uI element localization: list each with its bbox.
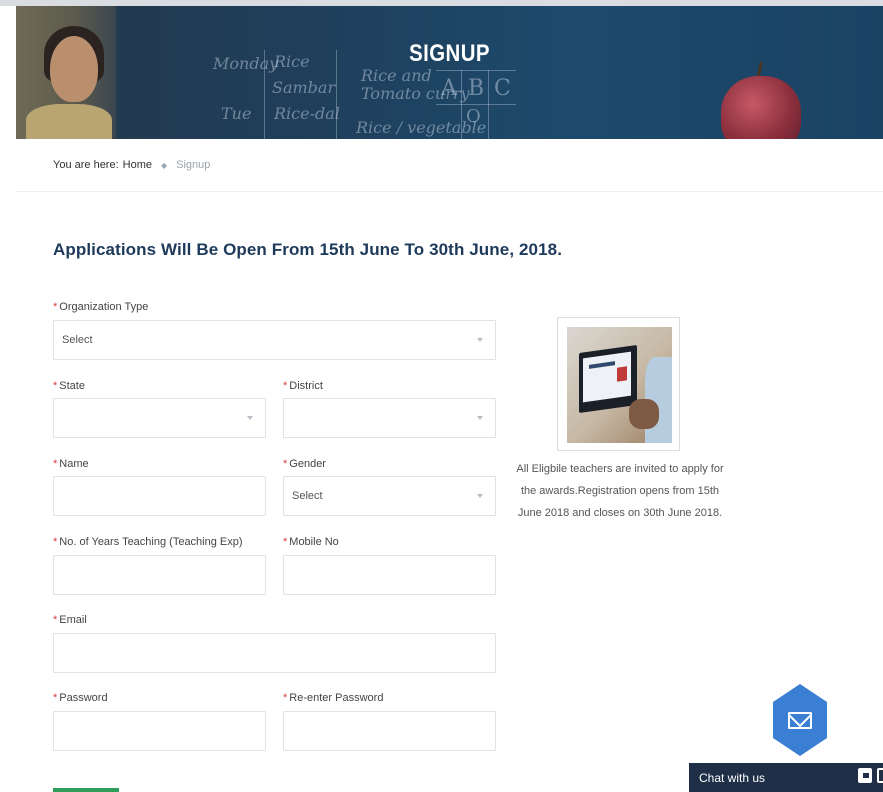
- chat-window-icon[interactable]: [877, 768, 883, 783]
- page-title: SIGNUP: [409, 40, 490, 67]
- gender-select[interactable]: Select: [283, 476, 496, 516]
- hero-banner: Monday Rice Sambar Rice and Tomato curry…: [16, 6, 883, 139]
- breadcrumb-separator-icon: ◆: [161, 160, 168, 170]
- email-label: * Email: [53, 614, 87, 626]
- organization-type-select[interactable]: Select: [53, 320, 496, 360]
- breadcrumb-current: Signup: [176, 159, 211, 171]
- dropdown-caret-icon: [477, 416, 483, 420]
- chalk-text: Sambar: [272, 78, 336, 97]
- teacher-photo: [16, 6, 116, 139]
- name-input[interactable]: [53, 476, 266, 516]
- breadcrumb-home-link[interactable]: Home: [123, 159, 152, 171]
- chalk-text: A: [441, 76, 457, 101]
- mail-hexagon-button[interactable]: [773, 684, 827, 756]
- name-label: * Name: [53, 458, 89, 470]
- teacher-laptop-image: [567, 327, 672, 443]
- dropdown-caret-icon: [477, 338, 483, 342]
- password-label: * Password: [53, 692, 108, 704]
- chalk-text: O: [466, 106, 481, 127]
- password-input[interactable]: [53, 711, 266, 751]
- email-input[interactable]: [53, 633, 496, 673]
- submit-button[interactable]: [53, 788, 119, 792]
- reenter-password-label: * Re-enter Password: [283, 692, 384, 704]
- chalk-text: Rice-dal: [274, 104, 340, 123]
- apple-image: [721, 76, 801, 139]
- state-select[interactable]: [53, 398, 266, 438]
- organization-type-label: * Organization Type: [53, 301, 149, 313]
- years-teaching-label: * No. of Years Teaching (Teaching Exp): [53, 536, 243, 548]
- dropdown-caret-icon: [477, 494, 483, 498]
- breadcrumb-prefix: You are here:: [53, 159, 119, 171]
- registration-info-text: All Eligbile teachers are invited to app…: [516, 463, 724, 519]
- chat-bar[interactable]: Chat with us: [689, 763, 883, 792]
- applications-heading: Applications Will Be Open From 15th June…: [53, 240, 563, 259]
- mobile-label: * Mobile No: [283, 536, 339, 548]
- chalk-text: Tue: [221, 104, 252, 123]
- chalk-text: Rice and: [361, 66, 432, 85]
- district-label: * District: [283, 380, 323, 392]
- info-image-card: [557, 317, 680, 451]
- district-select[interactable]: [283, 398, 496, 438]
- chat-bubble-icon[interactable]: [858, 768, 872, 783]
- mail-icon: [788, 711, 812, 729]
- dropdown-caret-icon: [247, 416, 253, 420]
- chalk-text: C: [494, 76, 511, 101]
- reenter-password-input[interactable]: [283, 711, 496, 751]
- years-teaching-input[interactable]: [53, 555, 266, 595]
- chat-label: Chat with us: [699, 770, 766, 785]
- chalk-text: B: [468, 76, 485, 101]
- state-label: * State: [53, 380, 85, 392]
- mobile-input[interactable]: [283, 555, 496, 595]
- divider: [16, 191, 883, 192]
- breadcrumb: You are here: Home ◆ Signup: [53, 159, 210, 171]
- gender-label: * Gender: [283, 458, 326, 470]
